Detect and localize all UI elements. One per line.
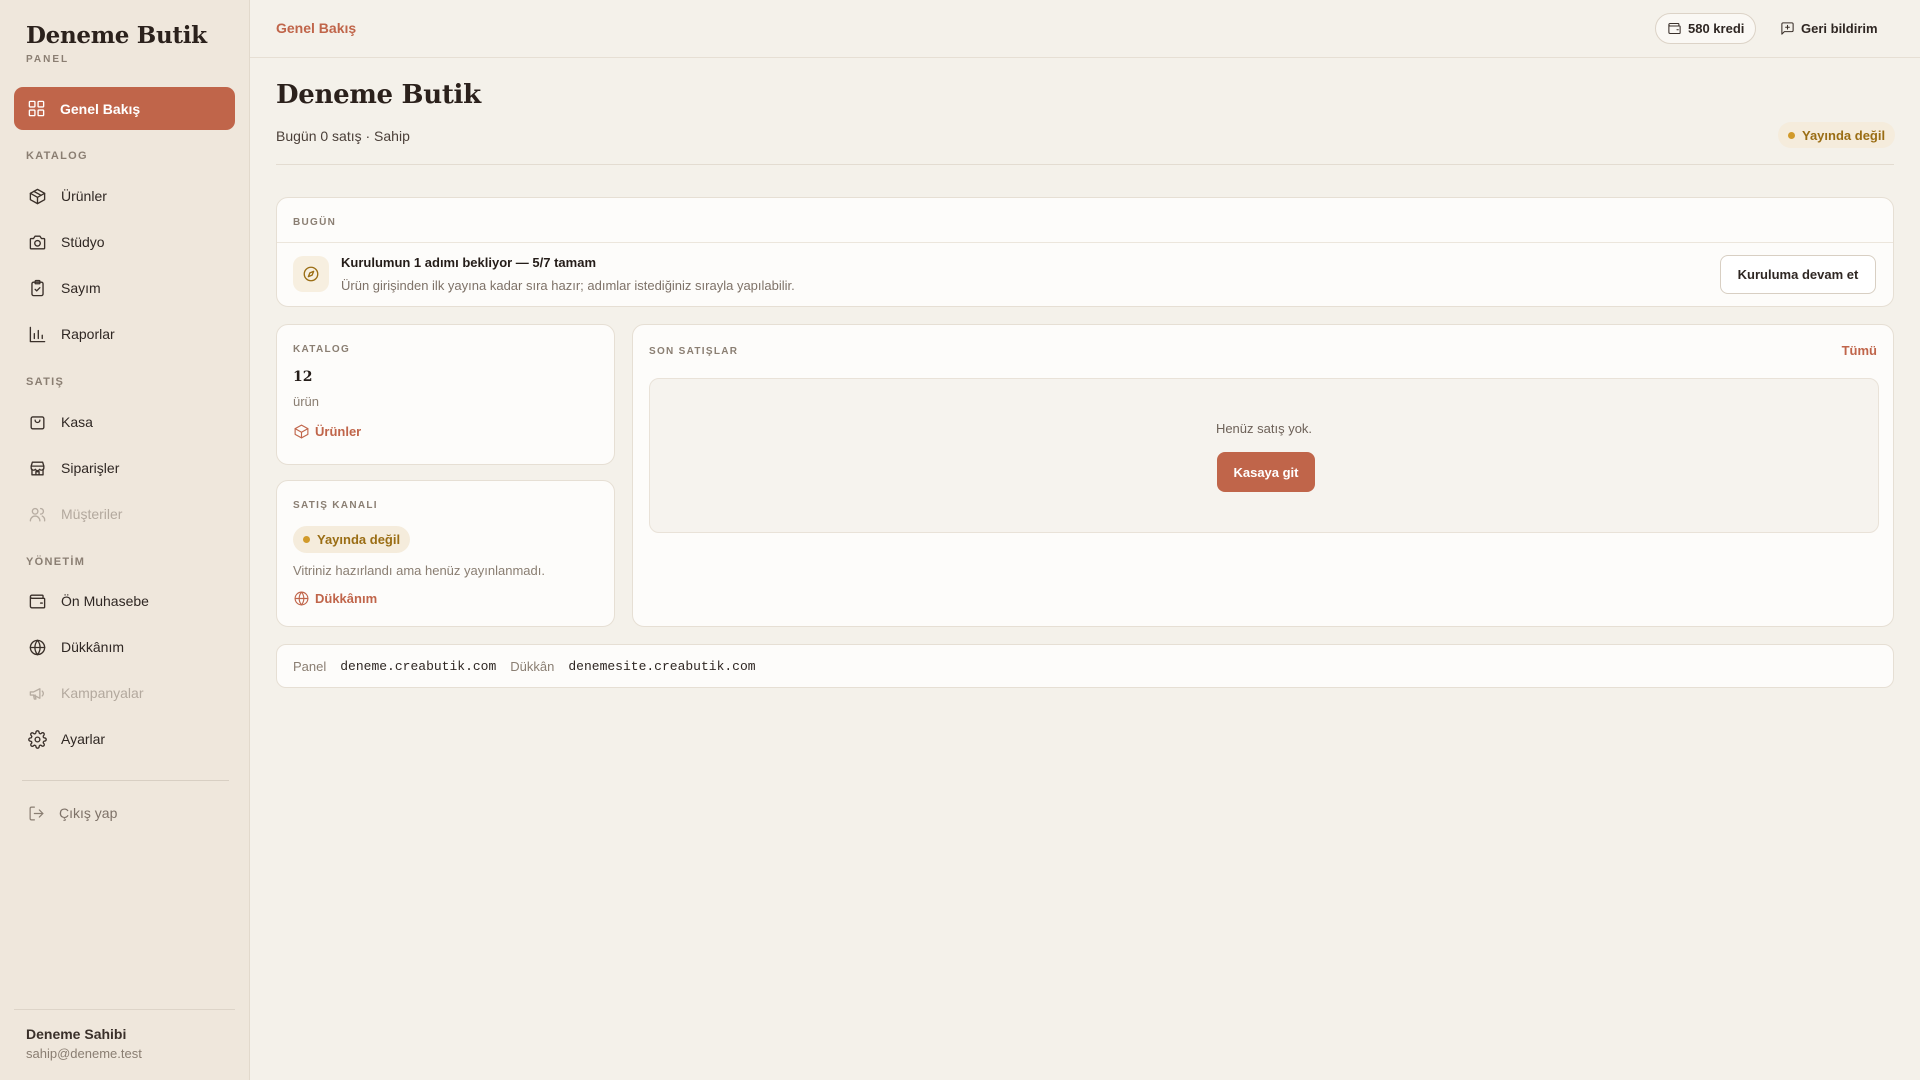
section-label-satis: SATIŞ bbox=[26, 376, 65, 388]
section-label-katalog: KATALOG bbox=[26, 150, 88, 162]
sidebar-item-musteriler[interactable]: Müşteriler bbox=[14, 494, 235, 534]
sidebar-item-siparisler[interactable]: Siparişler bbox=[14, 448, 235, 488]
user-profile: Deneme Sahibi sahip@deneme.test bbox=[14, 1009, 235, 1061]
sidebar-item-label: Stüdyo bbox=[61, 234, 105, 250]
bar-chart-icon bbox=[28, 325, 47, 344]
box-icon bbox=[28, 187, 47, 206]
sidebar: Deneme Butik PANEL Genel Bakış KATALOG Ü… bbox=[0, 0, 250, 1080]
logout-label: Çıkış yap bbox=[59, 805, 118, 821]
sidebar-item-label: Dükkânım bbox=[61, 639, 125, 655]
page-subtitle: Bugün 0 satış · Sahip bbox=[276, 128, 410, 144]
products-link-label: Ürünler bbox=[315, 424, 362, 439]
status-badge: Yayında değil bbox=[1778, 122, 1896, 148]
shop-domain-value[interactable]: denemesite.creabutik.com bbox=[568, 659, 755, 674]
grid-icon bbox=[27, 99, 46, 118]
sidebar-item-label: Ayarlar bbox=[61, 731, 106, 747]
setup-description: Ürün girişinden ilk yayına kadar sıra ha… bbox=[341, 278, 795, 293]
megaphone-icon bbox=[28, 684, 47, 703]
credits-button[interactable]: 580 kredi bbox=[1655, 13, 1757, 44]
empty-state-text: Henüz satış yok. bbox=[1215, 421, 1313, 436]
sidebar-item-dukkanim[interactable]: Dükkânım bbox=[14, 627, 235, 667]
sidebar-item-label: Kasa bbox=[61, 414, 93, 430]
panel-domain-value[interactable]: deneme.creabutik.com bbox=[340, 659, 496, 674]
sidebar-item-label: Ön Muhasebe bbox=[61, 593, 149, 609]
product-unit: ürün bbox=[293, 394, 320, 409]
status-dot bbox=[303, 536, 310, 543]
sidebar-item-sayim[interactable]: Sayım bbox=[14, 268, 235, 308]
product-count: 12 bbox=[293, 369, 313, 385]
today-card: BUGÜN Kurulumun 1 adımı bekliyor — 5/7 t… bbox=[276, 197, 1894, 307]
catalog-card: KATALOG 12 ürün Ürünler bbox=[276, 324, 615, 465]
sidebar-item-studyo[interactable]: Stüdyo bbox=[14, 222, 235, 262]
gear-icon bbox=[28, 729, 47, 749]
status-dot bbox=[1788, 131, 1795, 139]
go-to-register-button[interactable]: Kasaya git bbox=[1217, 452, 1315, 492]
box-icon bbox=[294, 424, 309, 439]
clipboard-check-icon bbox=[28, 279, 47, 298]
panel-domain-label: Panel bbox=[293, 658, 327, 674]
sidebar-item-ayarlar[interactable]: Ayarlar bbox=[14, 719, 235, 759]
sidebar-item-genel-bakis[interactable]: Genel Bakış bbox=[14, 87, 235, 130]
recent-sales-card: SON SATIŞLAR Tümü Henüz satış yok. Kasay… bbox=[632, 324, 1894, 627]
continue-setup-button[interactable]: Kuruluma devam et bbox=[1720, 255, 1876, 294]
user-email: sahip@deneme.test bbox=[26, 1046, 142, 1061]
wallet-icon bbox=[28, 592, 47, 611]
users-icon bbox=[28, 505, 47, 524]
shop-link[interactable]: Dükkânım bbox=[293, 590, 377, 607]
sidebar-item-kasa[interactable]: Kasa bbox=[14, 402, 235, 442]
section-label-yonetim: YÖNETİM bbox=[26, 556, 86, 568]
header-divider bbox=[276, 164, 1894, 165]
setup-title: Kurulumun 1 adımı bekliyor — 5/7 tamam bbox=[341, 255, 597, 270]
sidebar-item-label: Müşteriler bbox=[61, 506, 123, 522]
logout-button[interactable]: Çıkış yap bbox=[14, 793, 117, 833]
globe-icon bbox=[294, 591, 309, 606]
sidebar-divider bbox=[22, 780, 229, 781]
card-label: BUGÜN bbox=[293, 217, 337, 228]
shop-link-label: Dükkânım bbox=[315, 591, 378, 606]
card-label: SON SATIŞLAR bbox=[649, 346, 739, 357]
sidebar-item-label: Siparişler bbox=[61, 460, 120, 476]
sidebar-item-label: Ürünler bbox=[61, 188, 107, 204]
products-link[interactable]: Ürünler bbox=[293, 423, 361, 440]
brand: Deneme Butik PANEL bbox=[26, 22, 207, 65]
sidebar-item-kampanyalar[interactable]: Kampanyalar bbox=[14, 673, 235, 713]
sidebar-item-label: Raporlar bbox=[61, 326, 115, 342]
globe-icon bbox=[28, 638, 47, 657]
topbar: Genel Bakış 580 kredi Geri bildirim bbox=[250, 0, 1920, 58]
status-label: Yayında değil bbox=[317, 532, 401, 547]
sidebar-item-label: Genel Bakış bbox=[60, 100, 141, 117]
status-badge: Yayında değil bbox=[293, 526, 411, 553]
shopping-bag-icon bbox=[28, 413, 47, 432]
camera-icon bbox=[28, 233, 47, 252]
store-icon bbox=[28, 459, 47, 478]
feedback-label: Geri bildirim bbox=[1801, 21, 1878, 36]
sidebar-item-raporlar[interactable]: Raporlar bbox=[14, 314, 235, 354]
compass-icon bbox=[293, 256, 329, 292]
domains-bar: Panel deneme.creabutik.com Dükkân deneme… bbox=[276, 644, 1894, 688]
credits-label: 580 kredi bbox=[1688, 21, 1745, 36]
wallet-icon bbox=[1668, 22, 1681, 35]
see-all-link[interactable]: Tümü bbox=[1842, 343, 1877, 358]
sidebar-item-on-muhasebe[interactable]: Ön Muhasebe bbox=[14, 581, 235, 621]
brand-name: Deneme Butik bbox=[26, 22, 207, 49]
shop-domain-label: Dükkân bbox=[510, 658, 555, 674]
page-title: Deneme Butik bbox=[276, 80, 481, 110]
logout-icon bbox=[28, 805, 45, 822]
sidebar-item-label: Sayım bbox=[61, 280, 101, 296]
breadcrumb[interactable]: Genel Bakış bbox=[276, 20, 356, 36]
user-name: Deneme Sahibi bbox=[26, 1026, 127, 1042]
sidebar-item-urunler[interactable]: Ürünler bbox=[14, 176, 235, 216]
card-divider bbox=[277, 242, 1893, 243]
sidebar-item-label: Kampanyalar bbox=[61, 685, 144, 701]
feedback-button[interactable]: Geri bildirim bbox=[1780, 13, 1878, 44]
card-label: SATIŞ KANALI bbox=[293, 500, 378, 511]
message-plus-icon bbox=[1781, 22, 1794, 35]
brand-subtitle: PANEL bbox=[26, 54, 70, 65]
channel-description: Vitriniz hazırlandı ama henüz yayınlanma… bbox=[293, 563, 545, 578]
card-label: KATALOG bbox=[293, 344, 351, 355]
empty-state: Henüz satış yok. Kasaya git bbox=[649, 378, 1879, 533]
status-label: Yayında değil bbox=[1802, 127, 1886, 143]
sales-channel-card: SATIŞ KANALI Yayında değil Vitriniz hazı… bbox=[276, 480, 615, 627]
